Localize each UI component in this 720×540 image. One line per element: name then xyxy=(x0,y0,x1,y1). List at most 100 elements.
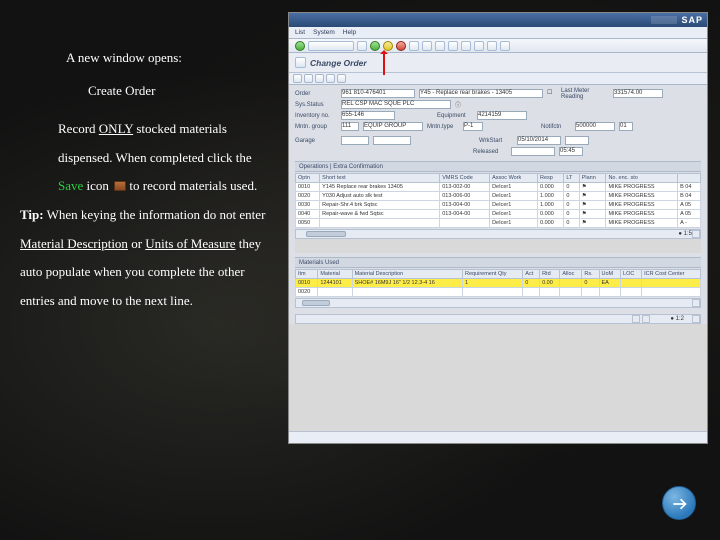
ops-add-row-icon[interactable] xyxy=(692,230,700,238)
app-btn-1[interactable] xyxy=(293,74,302,83)
sysstatus-label: Sys.Status xyxy=(295,102,337,108)
nextpage-icon[interactable] xyxy=(474,41,484,51)
equipment-field[interactable]: 4214159 xyxy=(477,111,527,120)
ops-col-header[interactable]: Resp xyxy=(538,174,564,183)
operations-header: Operations | Extra Confirmation xyxy=(295,161,701,172)
statusbar xyxy=(289,431,707,443)
table-row[interactable]: 0040Repair-wave & fwd Sqtsc013-004-00DeI… xyxy=(296,210,701,219)
released-time-field[interactable]: 05:45 xyxy=(559,147,583,156)
status-info-icon[interactable]: ⓘ xyxy=(455,100,465,109)
inventory-field[interactable]: 655-146 xyxy=(341,111,395,120)
meter-field[interactable]: 331574.00 xyxy=(613,89,663,98)
cancel-icon[interactable] xyxy=(396,41,406,51)
mat-col-header[interactable]: Itm xyxy=(296,270,318,279)
mntype-field[interactable]: P-1 xyxy=(463,122,483,131)
ops-col-header[interactable]: VMRS Code xyxy=(440,174,490,183)
table-row[interactable]: 0050DeIcer10.0000⚑MIKE PROGRESSA - xyxy=(296,219,701,228)
notif-item-field[interactable]: 01 xyxy=(619,122,633,131)
ops-col-header[interactable] xyxy=(678,174,701,183)
mat-col-header[interactable]: Requirement Qty xyxy=(462,270,522,279)
menu-help[interactable]: Help xyxy=(343,29,356,36)
table-row[interactable]: 0010Y145 Replace rear brakes 13405013-00… xyxy=(296,183,701,192)
enter-icon[interactable] xyxy=(295,41,305,51)
order-field[interactable]: 961 810-476401 xyxy=(341,89,415,98)
mat-col-header[interactable]: ICR Cost Center xyxy=(642,270,701,279)
ops-col-header[interactable]: Assoc Work xyxy=(490,174,538,183)
mat-col-header[interactable]: Material Description xyxy=(352,270,462,279)
table-row[interactable]: 0020Y030 Adjust auto slk test013-006-00D… xyxy=(296,192,701,201)
mat-scrollbar[interactable] xyxy=(295,298,701,308)
table-row[interactable]: 00101244101SHOE# 16M9J 16" 1/2 12.3-4 16… xyxy=(296,279,701,288)
mngrp-desc-field[interactable]: EQUIP GROUP xyxy=(363,122,423,131)
sysstatus-field[interactable]: REL CSP MAC SQUE PLC xyxy=(341,100,451,109)
app-btn-4[interactable] xyxy=(326,74,335,83)
mat-col-header[interactable]: Act xyxy=(523,270,540,279)
mat-footer-btn3[interactable] xyxy=(692,315,700,323)
body-para-1: Record ONLY stocked materials dispensed.… xyxy=(20,115,275,201)
garage-field[interactable] xyxy=(341,136,369,145)
operations-table[interactable]: OptnShort textVMRS CodeAssoc WorkRespLTP… xyxy=(295,173,701,228)
slide-title: Create Order xyxy=(20,73,275,116)
ops-col-header[interactable]: LT xyxy=(564,174,579,183)
ops-col-header[interactable]: No. enc. sto xyxy=(606,174,678,183)
meter-label: Last Meter Reading xyxy=(561,88,609,100)
menubar[interactable]: List System Help xyxy=(289,27,707,39)
toolbar-main xyxy=(289,39,707,53)
garage-field-2[interactable] xyxy=(373,136,411,145)
save-toolbar-icon[interactable] xyxy=(357,41,367,51)
mat-add-row-icon[interactable] xyxy=(692,299,700,307)
command-field[interactable] xyxy=(308,41,354,51)
ops-scrollbar[interactable]: ● 1:5 xyxy=(295,229,701,239)
mntype-label: Mntn.type xyxy=(427,124,459,130)
menu-system[interactable]: System xyxy=(313,29,335,36)
nav-left-icon[interactable] xyxy=(295,57,306,68)
mngrp-code-field[interactable]: 111 xyxy=(341,122,359,131)
materials-table[interactable]: ItmMaterialMaterial DescriptionRequireme… xyxy=(295,269,701,297)
mat-footer-btn2[interactable] xyxy=(642,315,650,323)
window-controls[interactable] xyxy=(651,16,677,24)
save-word: Save xyxy=(58,178,83,193)
toolbar-app xyxy=(289,73,707,85)
help-icon[interactable] xyxy=(500,41,510,51)
prevpage-icon[interactable] xyxy=(461,41,471,51)
order-desc-field[interactable]: Y45 - Replace rear brakes - 13405 xyxy=(419,89,543,98)
ops-col-header[interactable]: Plann xyxy=(579,174,606,183)
table-row[interactable]: 0020 xyxy=(296,288,701,297)
ops-col-header[interactable]: Short text xyxy=(320,174,440,183)
mat-col-header[interactable]: LOC xyxy=(621,270,642,279)
red-arrow-annotation xyxy=(383,51,385,75)
tip-label: Tip: xyxy=(20,207,44,222)
menu-list[interactable]: List xyxy=(295,29,305,36)
findnext-icon[interactable] xyxy=(435,41,445,51)
header-form: Order 961 810-476401 Y45 - Replace rear … xyxy=(289,85,707,324)
find-icon[interactable] xyxy=(422,41,432,51)
app-btn-3[interactable] xyxy=(315,74,324,83)
notif-field[interactable]: 500000 xyxy=(575,122,615,131)
materials-header: Materials Used xyxy=(295,257,701,268)
mat-col-header[interactable]: Alloc xyxy=(560,270,582,279)
mat-col-header[interactable]: Rtd xyxy=(540,270,560,279)
mat-col-header[interactable]: Material xyxy=(318,270,352,279)
mat-col-header[interactable]: Rs. xyxy=(582,270,599,279)
mat-col-header[interactable]: UoM xyxy=(599,270,621,279)
app-btn-2[interactable] xyxy=(304,74,313,83)
row-count-display: ● 1:5 xyxy=(678,231,692,237)
ops-col-header[interactable]: Optn xyxy=(296,174,320,183)
released-field[interactable] xyxy=(511,147,555,156)
table-row[interactable]: 0030Repair-Shr.4 brk Sqtsc013-004-00DeIc… xyxy=(296,201,701,210)
mat-footer-btn1[interactable] xyxy=(632,315,640,323)
mat-footer-bar: ● 1:2 xyxy=(295,314,701,324)
mngrp-label: Mntn. group xyxy=(295,124,337,130)
firstpage-icon[interactable] xyxy=(448,41,458,51)
next-slide-button[interactable] xyxy=(662,486,696,520)
intro-text: A new window opens: xyxy=(20,44,275,73)
tip-para: Tip: When keying the information do not … xyxy=(20,201,275,315)
print-icon[interactable] xyxy=(409,41,419,51)
flag-checkbox[interactable]: ☐ xyxy=(547,89,557,98)
app-btn-5[interactable] xyxy=(337,74,346,83)
wrkstart-label: WrkStart xyxy=(479,138,513,144)
lastpage-icon[interactable] xyxy=(487,41,497,51)
back-icon[interactable] xyxy=(370,41,380,51)
wrkstart-time-field[interactable] xyxy=(565,136,589,145)
wrkstart-date-field[interactable]: 05/10/2014 xyxy=(517,136,561,145)
